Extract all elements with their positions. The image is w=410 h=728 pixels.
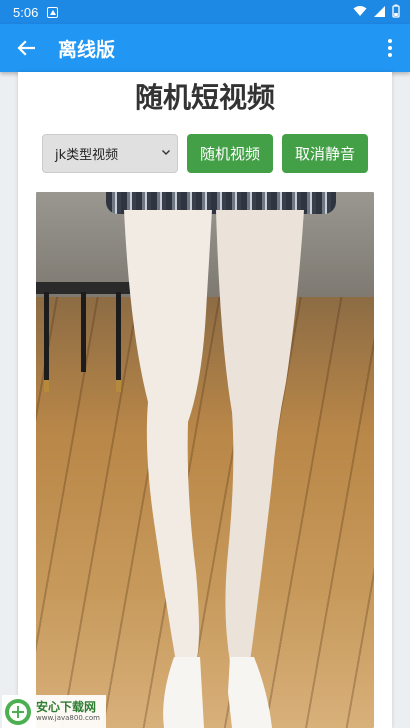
status-icons [353,4,400,18]
overflow-menu-button[interactable] [382,36,398,60]
unmute-button[interactable]: 取消静音 [282,134,368,173]
category-select[interactable]: jk类型视频 [42,134,178,173]
video-player[interactable] [36,192,374,728]
notification-icon [47,6,59,18]
random-video-button[interactable]: 随机视频 [187,134,273,173]
watermark-url: www.java800.com [36,714,100,722]
watermark-logo-icon [5,698,31,725]
category-select-value: jk类型视频 [55,148,119,163]
watermark: 安心下载网 www.java800.com [2,695,106,728]
wifi-icon [353,6,367,16]
more-vert-icon [388,39,392,43]
status-bar: 5:06 [0,0,410,24]
app-bar-title: 离线版 [58,38,116,61]
chevron-down-icon [162,150,170,155]
back-button[interactable] [14,36,38,60]
watermark-name: 安心下载网 [36,700,97,714]
arrow-left-icon [17,40,35,56]
battery-icon [392,4,400,18]
video-frame-legs [124,210,304,728]
content-card: 随机短视频 jk类型视频 随机视频 取消静音 [18,72,392,728]
signal-icon [374,5,385,17]
page-title: 随机短视频 [134,81,275,114]
status-time: 5:06 [13,4,39,20]
app-bar: 离线版 [0,24,410,72]
controls-row: jk类型视频 随机视频 取消静音 [42,134,368,173]
watermark-text: 安心下载网 www.java800.com [36,701,100,722]
